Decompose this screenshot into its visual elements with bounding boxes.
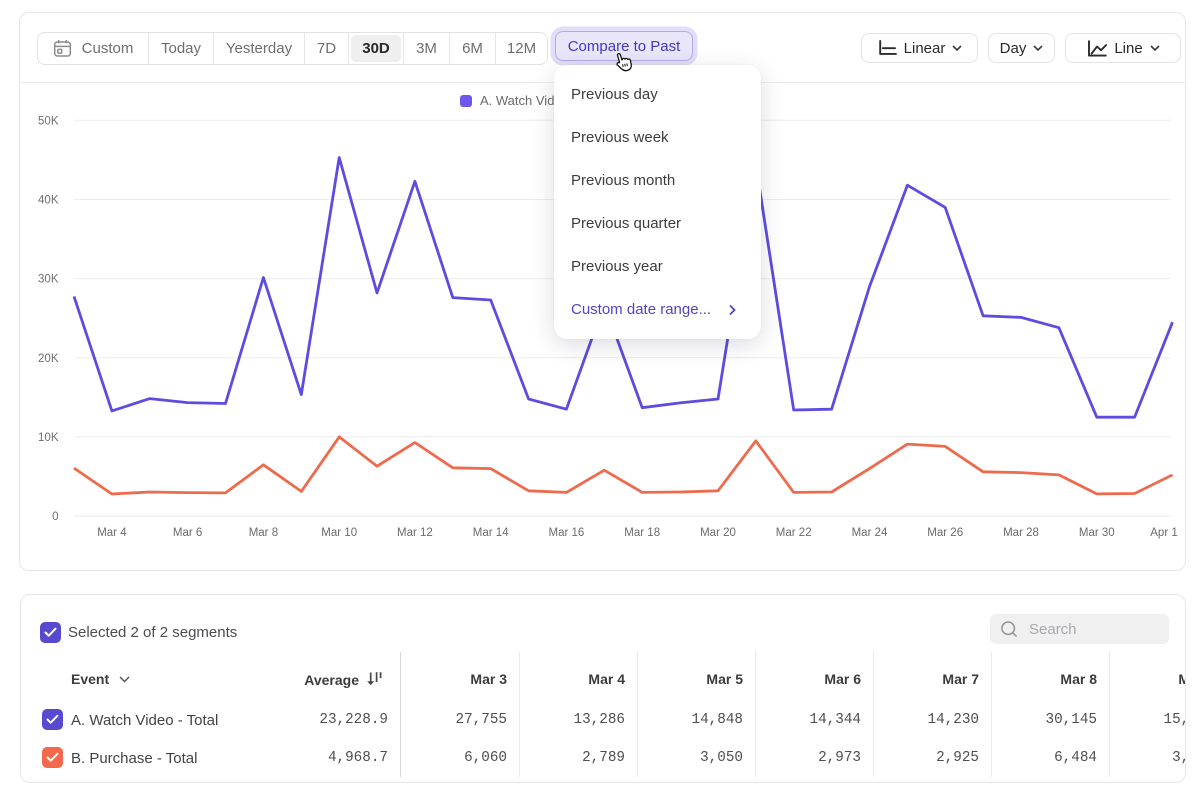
svg-text:Mar 20: Mar 20: [700, 527, 736, 539]
svg-text:50K: 50K: [38, 115, 59, 127]
svg-text:Mar 26: Mar 26: [927, 527, 963, 539]
svg-text:Mar 28: Mar 28: [1003, 527, 1039, 539]
svg-text:Mar 8: Mar 8: [249, 527, 278, 539]
svg-text:Mar 14: Mar 14: [473, 527, 509, 539]
svg-text:Mar 30: Mar 30: [1079, 527, 1115, 539]
svg-text:20K: 20K: [38, 353, 59, 365]
svg-text:Apr 1: Apr 1: [1150, 527, 1178, 539]
svg-text:Mar 16: Mar 16: [549, 527, 585, 539]
svg-text:0: 0: [52, 511, 58, 523]
svg-text:Mar 24: Mar 24: [852, 527, 888, 539]
svg-text:10K: 10K: [38, 432, 59, 444]
svg-text:Mar 12: Mar 12: [397, 527, 433, 539]
svg-text:Mar 4: Mar 4: [97, 527, 127, 539]
svg-text:Mar 10: Mar 10: [321, 527, 357, 539]
svg-text:30K: 30K: [38, 274, 59, 286]
svg-text:Mar 18: Mar 18: [624, 527, 660, 539]
svg-text:Mar 22: Mar 22: [776, 527, 812, 539]
svg-text:Mar 6: Mar 6: [173, 527, 202, 539]
svg-text:40K: 40K: [38, 195, 59, 207]
